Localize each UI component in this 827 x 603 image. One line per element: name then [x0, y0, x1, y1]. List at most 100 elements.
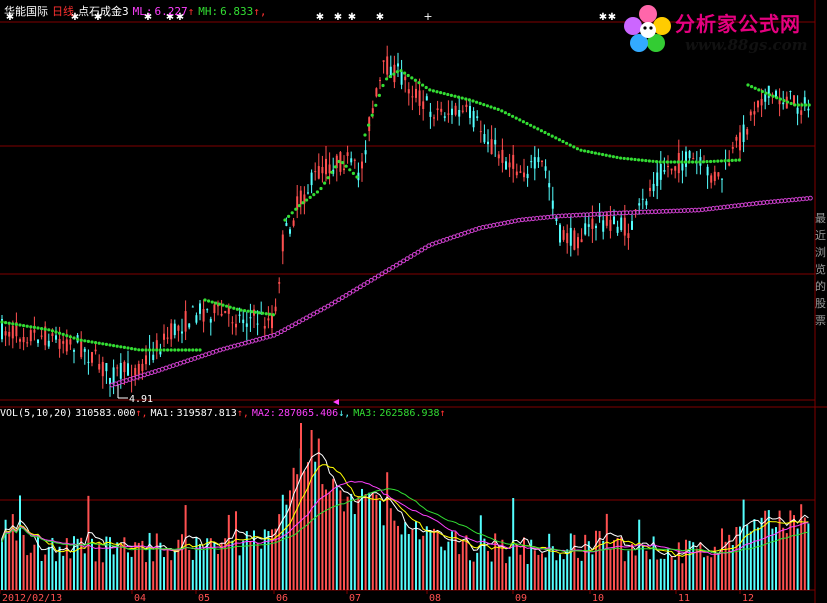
mh-point [350, 288, 356, 294]
volume-bar [587, 541, 590, 590]
volume-bar [393, 520, 396, 590]
volume-bar [350, 493, 353, 590]
mh-point [347, 290, 353, 296]
ml-point [203, 298, 207, 302]
volume-bar [94, 561, 97, 590]
ml-point [493, 106, 497, 110]
volume-bar [584, 534, 587, 590]
volume-bar [721, 528, 723, 590]
volume-bar [15, 540, 18, 590]
volume-bar [303, 471, 306, 590]
ml-point [169, 348, 173, 352]
candle-body [22, 336, 25, 343]
volume-bar [47, 546, 50, 590]
ml-point [460, 96, 464, 100]
ml-point [155, 348, 159, 352]
ml-point [760, 89, 765, 94]
ml-point [210, 300, 214, 304]
stock-chart[interactable]: ✱ ✱ ✱ ✱ ✱ ✱ ✱ ✱ ✱ ✱ ✱ ✱+ 2012/02/13 04 05 06 07 08 09 10 11… [0, 0, 827, 603]
period-label[interactable]: 日线 [52, 5, 74, 18]
volume-bar [605, 513, 608, 590]
candle-body [274, 306, 277, 312]
volume-bar [505, 563, 507, 590]
candle-body [195, 315, 198, 323]
volume-bar [332, 478, 335, 590]
candle-body [350, 158, 353, 163]
candle-body [461, 110, 464, 112]
ml-point [757, 88, 761, 92]
volume-bar [166, 549, 169, 590]
ml-point [658, 160, 662, 164]
ml-point [446, 92, 450, 97]
candle-body [62, 341, 65, 344]
candle-body [717, 172, 720, 177]
ml-point [7, 321, 11, 325]
volume-bar [544, 557, 547, 590]
candle-body [101, 361, 104, 377]
logo-url[interactable]: www.88gs.com [685, 36, 808, 54]
candle-body [69, 339, 72, 345]
volume-bar [508, 556, 511, 590]
volume-bar [285, 504, 288, 590]
candle-body [487, 141, 489, 145]
volume-bar [346, 496, 349, 590]
logo-name: 分析家公式网 [675, 12, 801, 36]
site-logo[interactable]: 分析家公式网 www.88gs.com [621, 2, 821, 56]
volume-bar [479, 515, 482, 590]
ml-point [40, 327, 44, 331]
volume-header: VOL(5,10,20) 310583.000↑, MA1: 319587.813↑,… [0, 408, 449, 419]
mh-point [354, 286, 360, 292]
ml-point [651, 159, 655, 163]
volume-bar [771, 528, 774, 590]
ml-point [319, 186, 323, 191]
candle-body [119, 362, 122, 379]
volume-bar [249, 541, 252, 590]
volume-bar [173, 550, 176, 590]
volume-bar [519, 554, 522, 590]
ma2-arrow: ↓, [338, 408, 351, 419]
volume-bar [127, 552, 129, 590]
candle-body [800, 110, 803, 115]
signal-star-icon: ✱ [608, 12, 616, 23]
candlestick-series [1, 45, 810, 397]
ml-point [392, 72, 396, 76]
ml-point [287, 214, 291, 218]
ml-point [4, 321, 8, 325]
candle-body [652, 183, 655, 192]
volume-bar [116, 542, 119, 590]
mh-label: MH: [198, 5, 219, 18]
ml-point [536, 127, 540, 131]
ml-point [86, 339, 90, 343]
candle-body [343, 168, 345, 171]
candle-body [73, 349, 75, 352]
mh-arrow: ↑, [253, 5, 267, 18]
ml-point [22, 324, 26, 328]
volume-bar [202, 550, 205, 590]
ml-point [151, 348, 155, 352]
recent-stocks-tab[interactable]: 最近浏览的股票 [815, 210, 827, 329]
volume-bar [55, 561, 57, 590]
ml-point [257, 311, 261, 315]
volume-bar [739, 526, 741, 590]
volume-bar [757, 527, 759, 590]
ml-point [158, 348, 162, 352]
volume-bar [238, 555, 241, 590]
volume-bar [465, 535, 468, 590]
ml-point [290, 211, 294, 215]
candle-body [609, 219, 612, 231]
ml-point [232, 306, 236, 310]
ml-point [184, 348, 188, 352]
candle-body [314, 171, 317, 173]
candle-body [458, 109, 461, 117]
candle-body [206, 309, 209, 311]
ml-point [467, 98, 471, 102]
candle-body [231, 322, 234, 324]
ml-point [597, 152, 601, 156]
candle-body [803, 97, 806, 104]
volume-bar [321, 484, 324, 590]
ml-point [771, 94, 775, 98]
ml-point [640, 158, 644, 162]
candle-body [505, 161, 507, 170]
volume-bar [526, 563, 529, 590]
volume-bar [137, 542, 140, 590]
